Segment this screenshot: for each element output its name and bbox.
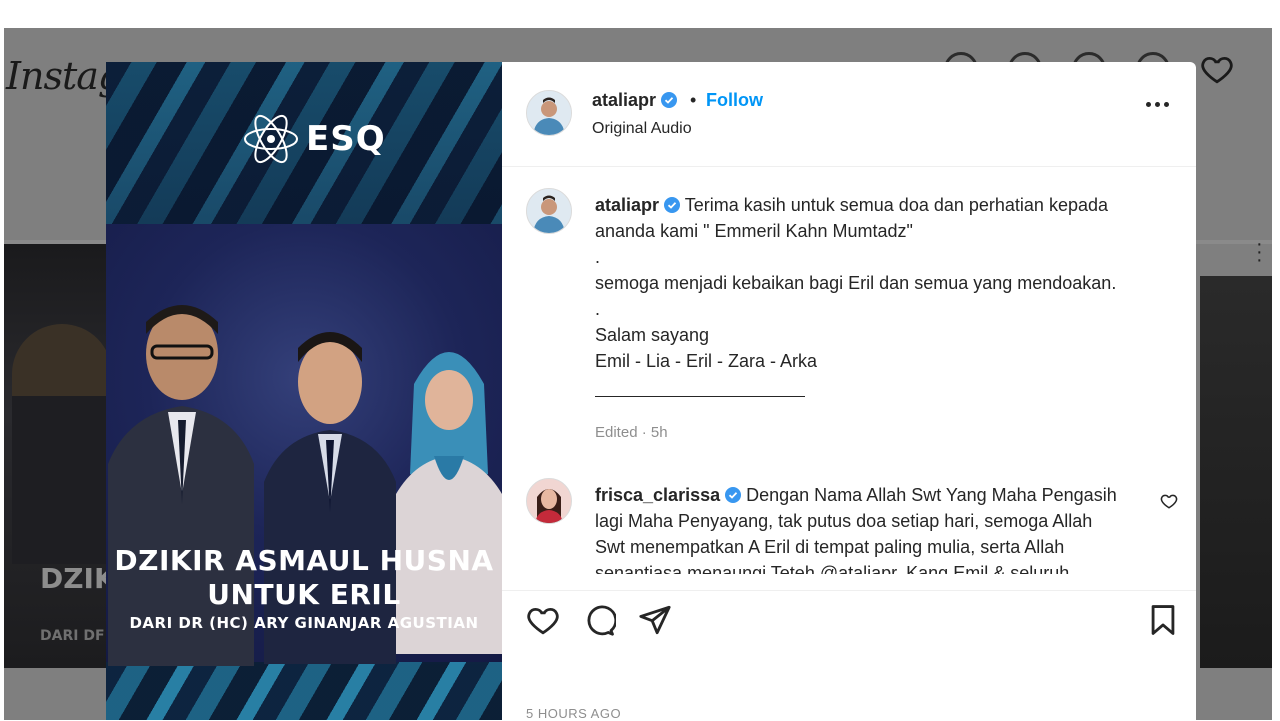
post-details-panel: ataliapr • Follow Original Audio ataliap…: [502, 62, 1196, 721]
verified-badge-icon: [661, 92, 678, 108]
avatar-image: [527, 91, 571, 135]
more-options-icon[interactable]: [1146, 102, 1169, 107]
background-post-right: [1200, 276, 1272, 668]
media-headline-3: DARI DR (HC) ARY GINANJAR AGUSTIAN: [129, 614, 479, 632]
comment-line: Swt menempatkan A Eril di tempat paling …: [595, 537, 1065, 557]
comment-line: lagi Maha Penyayang, tak putus doa setia…: [595, 511, 1093, 531]
comment-avatar[interactable]: [526, 478, 572, 524]
post-actions: [502, 590, 1196, 647]
header-separator: •: [690, 90, 697, 110]
media-headline-1: DZIKIR ASMAUL HUSNA: [114, 544, 494, 577]
comment: frisca_clarissa Dengan Nama Allah Swt Ya…: [595, 482, 1143, 574]
caption-line: Salam sayang: [595, 325, 710, 345]
esq-logo: ESQ: [242, 110, 386, 168]
comment-username[interactable]: frisca_clarissa: [595, 485, 720, 505]
background-post-subtext: DARI DF: [40, 628, 105, 644]
caption-line: semoga menjadi kebaikan bagi Eril dan se…: [595, 273, 1117, 293]
avatar-image: [527, 479, 571, 523]
verified-badge-icon: [725, 487, 742, 503]
media-headline-2: UNTUK ERIL: [207, 578, 401, 611]
follow-button[interactable]: Follow: [706, 90, 763, 111]
caption-line: .: [595, 247, 601, 267]
caption-avatar[interactable]: [526, 188, 572, 234]
person-center: [264, 332, 396, 664]
caption-line-1: ataliapr Terima kasih untuk semua doa da…: [595, 192, 1175, 218]
verified-badge-icon: [664, 197, 681, 213]
caption-line: ananda kami " Emmeril Kahn Mumtadz": [595, 221, 913, 241]
caption-divider: [595, 396, 805, 397]
header-username-text[interactable]: ataliapr: [592, 90, 656, 110]
comment-line-1: frisca_clarissa Dengan Nama Allah Swt Ya…: [595, 482, 1143, 508]
edited-timestamp[interactable]: Edited · 5h: [595, 424, 668, 441]
post-media[interactable]: ESQ DZIKIR ASMAUL HUSNA UNTUK ERIL DARI …: [106, 62, 502, 720]
background-post-text: DZIK: [40, 562, 108, 595]
bookmark-icon[interactable]: [1146, 603, 1180, 637]
activity-heart-icon: [1201, 56, 1233, 84]
media-stripes-bottom: [106, 662, 502, 720]
background-post-left: DZIK DARI DF: [4, 244, 108, 668]
comment-icon[interactable]: [582, 603, 616, 637]
background-person: [12, 324, 108, 564]
heart-icon[interactable]: [526, 603, 560, 637]
comment-text: Dengan Nama Allah Swt Yang Maha Pengasih: [746, 485, 1117, 505]
caption-line: .: [595, 299, 601, 319]
comment-like-heart-icon[interactable]: [1160, 492, 1178, 510]
atom-logo-icon: [244, 114, 298, 164]
caption-line: Emil - Lia - Eril - Zara - Arka: [595, 351, 818, 371]
caption-username[interactable]: ataliapr: [595, 195, 659, 215]
avatar-image: [527, 189, 571, 233]
header-username[interactable]: ataliapr: [592, 90, 678, 111]
media-logo-text: ESQ: [306, 119, 386, 159]
caption: ataliapr Terima kasih untuk semua doa da…: [595, 192, 1175, 374]
avatar[interactable]: [526, 90, 572, 136]
share-icon[interactable]: [638, 603, 672, 637]
caption-text: Terima kasih untuk semua doa dan perhati…: [684, 195, 1108, 215]
post-header: ataliapr • Follow Original Audio: [502, 62, 1196, 167]
audio-label[interactable]: Original Audio: [592, 120, 692, 138]
background-more-icon: · · ·: [1256, 233, 1263, 271]
comment-line: senantiasa menaungi Teteh @ataliapr, Kan…: [595, 563, 1070, 574]
post-timestamp[interactable]: 5 HOURS AGO: [526, 706, 621, 721]
